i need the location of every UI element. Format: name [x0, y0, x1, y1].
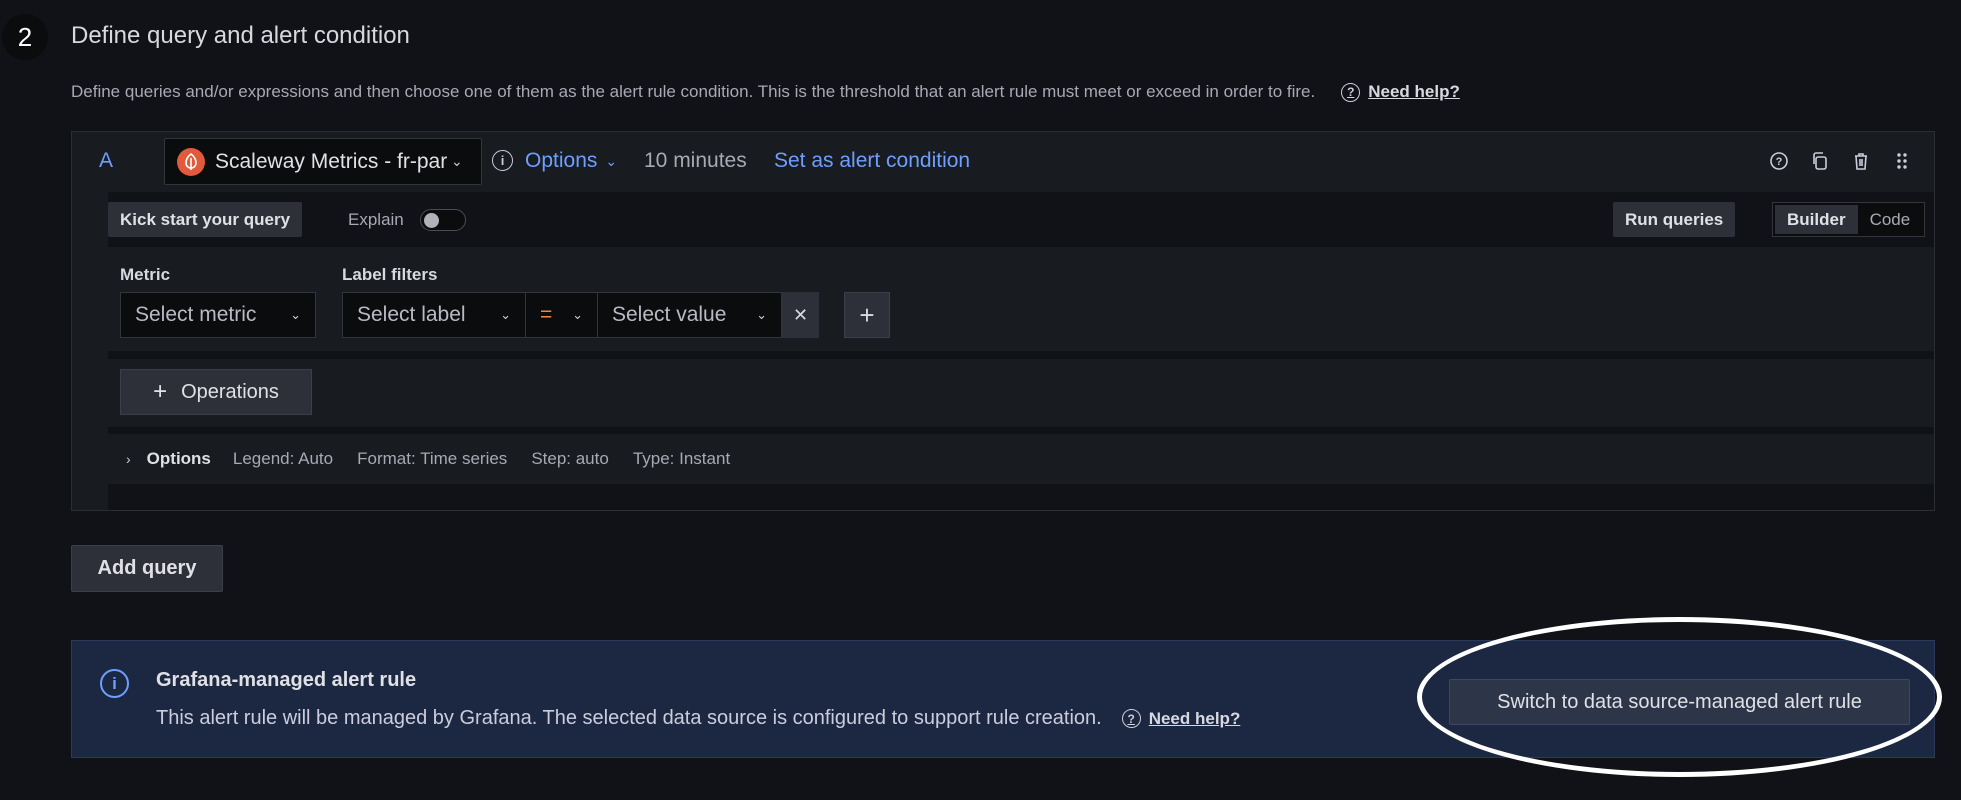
switch-to-datasource-managed-button[interactable]: Switch to data source-managed alert rule [1449, 679, 1910, 725]
chevron-down-icon: ⌄ [572, 307, 583, 322]
duplicate-icon[interactable] [1807, 148, 1832, 173]
need-help-link[interactable]: ? Need help? [1341, 82, 1460, 102]
legend-meta: Legend: Auto [232, 449, 334, 468]
chevron-down-icon: ⌄ [451, 153, 463, 169]
query-options-toggle[interactable]: Options ⌄ [525, 149, 617, 173]
step-number: 2 [2, 14, 48, 60]
info-icon[interactable]: i [492, 150, 513, 171]
plus-icon: + [153, 378, 168, 405]
info-circle-icon: i [100, 669, 129, 698]
explain-label: Explain [348, 210, 404, 229]
section-description: Define queries and/or expressions and th… [71, 82, 1460, 102]
query-interval: 10 minutes [644, 149, 747, 172]
value-select[interactable]: Select value ⌄ [597, 292, 782, 338]
query-ref-id[interactable]: A [99, 149, 113, 173]
chevron-down-icon: ⌄ [500, 307, 511, 322]
metric-builder: Metric Label filters Select metric ⌄ Sel… [108, 247, 1934, 351]
alert-info-text: This alert rule will be managed by Grafa… [156, 707, 1102, 729]
operations-section: + Operations [108, 359, 1934, 427]
query-actions: ? [1766, 148, 1914, 173]
query-builder-body: Kick start your query Explain Run querie… [108, 192, 1934, 510]
metric-label: Metric [120, 265, 171, 284]
type-meta: Type: Instant [632, 449, 731, 468]
mode-builder[interactable]: Builder [1775, 205, 1858, 234]
scaleway-logo-icon [177, 147, 205, 176]
operator-select[interactable]: = ⌄ [525, 292, 598, 338]
chevron-down-icon: ⌄ [756, 307, 767, 322]
set-alert-condition-button[interactable]: Set as alert condition [774, 149, 970, 173]
query-header: A Scaleway Metrics - fr-par ⌄ i Options … [72, 132, 1934, 191]
drag-handle-icon[interactable] [1889, 148, 1914, 173]
remove-filter-button[interactable]: ✕ [782, 292, 819, 338]
description-text: Define queries and/or expressions and th… [71, 82, 1316, 101]
close-icon: ✕ [792, 304, 809, 325]
format-meta: Format: Time series [357, 449, 508, 468]
alert-need-help-link[interactable]: ? Need help? [1121, 708, 1241, 729]
metric-placeholder: Select metric [135, 303, 257, 326]
chevron-down-icon: ⌄ [290, 307, 301, 322]
explain-toggle-group: Explain [348, 209, 466, 231]
chevron-right-icon: › [126, 451, 131, 467]
alert-need-help-label: Need help? [1148, 708, 1241, 728]
question-icon: ? [1121, 709, 1141, 728]
section-title: Define query and alert condition [71, 22, 410, 49]
value-placeholder: Select value [612, 303, 727, 326]
query-options-row[interactable]: › Options Legend: Auto Format: Time seri… [108, 434, 1934, 484]
explain-toggle[interactable] [419, 209, 466, 231]
label-placeholder: Select label [357, 303, 466, 326]
query-editor-row: A Scaleway Metrics - fr-par ⌄ i Options … [71, 131, 1935, 511]
step-meta: Step: auto [531, 449, 609, 468]
label-select[interactable]: Select label ⌄ [342, 292, 526, 338]
metric-select[interactable]: Select metric ⌄ [120, 292, 316, 338]
help-icon[interactable]: ? [1766, 148, 1791, 173]
datasource-picker[interactable]: Scaleway Metrics - fr-par ⌄ [164, 138, 482, 185]
alert-info-body: This alert rule will be managed by Grafa… [156, 707, 1240, 730]
mode-code[interactable]: Code [1858, 205, 1923, 234]
plus-icon: + [859, 299, 875, 330]
options-row-title: Options [146, 449, 211, 468]
options-label: Options [525, 149, 598, 172]
grafana-managed-alert-info: i Grafana-managed alert rule This alert … [71, 640, 1935, 758]
operations-label: Operations [181, 380, 279, 403]
kick-start-query-button[interactable]: Kick start your query [108, 202, 303, 237]
editor-mode-switch: Builder Code [1772, 202, 1926, 237]
alert-info-title: Grafana-managed alert rule [156, 669, 417, 691]
svg-text:?: ? [1775, 156, 1782, 168]
need-help-label: Need help? [1368, 82, 1460, 101]
add-filter-button[interactable]: + [844, 292, 890, 338]
add-operations-button[interactable]: + Operations [120, 369, 312, 415]
question-icon: ? [1341, 82, 1361, 102]
run-queries-button[interactable]: Run queries [1613, 202, 1736, 237]
operator-value: = [540, 303, 553, 326]
delete-icon[interactable] [1848, 148, 1873, 173]
datasource-name: Scaleway Metrics - fr-par [215, 149, 447, 173]
chevron-down-icon: ⌄ [605, 152, 618, 169]
label-filters-label: Label filters [342, 265, 438, 284]
add-query-button[interactable]: Add query [71, 545, 223, 592]
